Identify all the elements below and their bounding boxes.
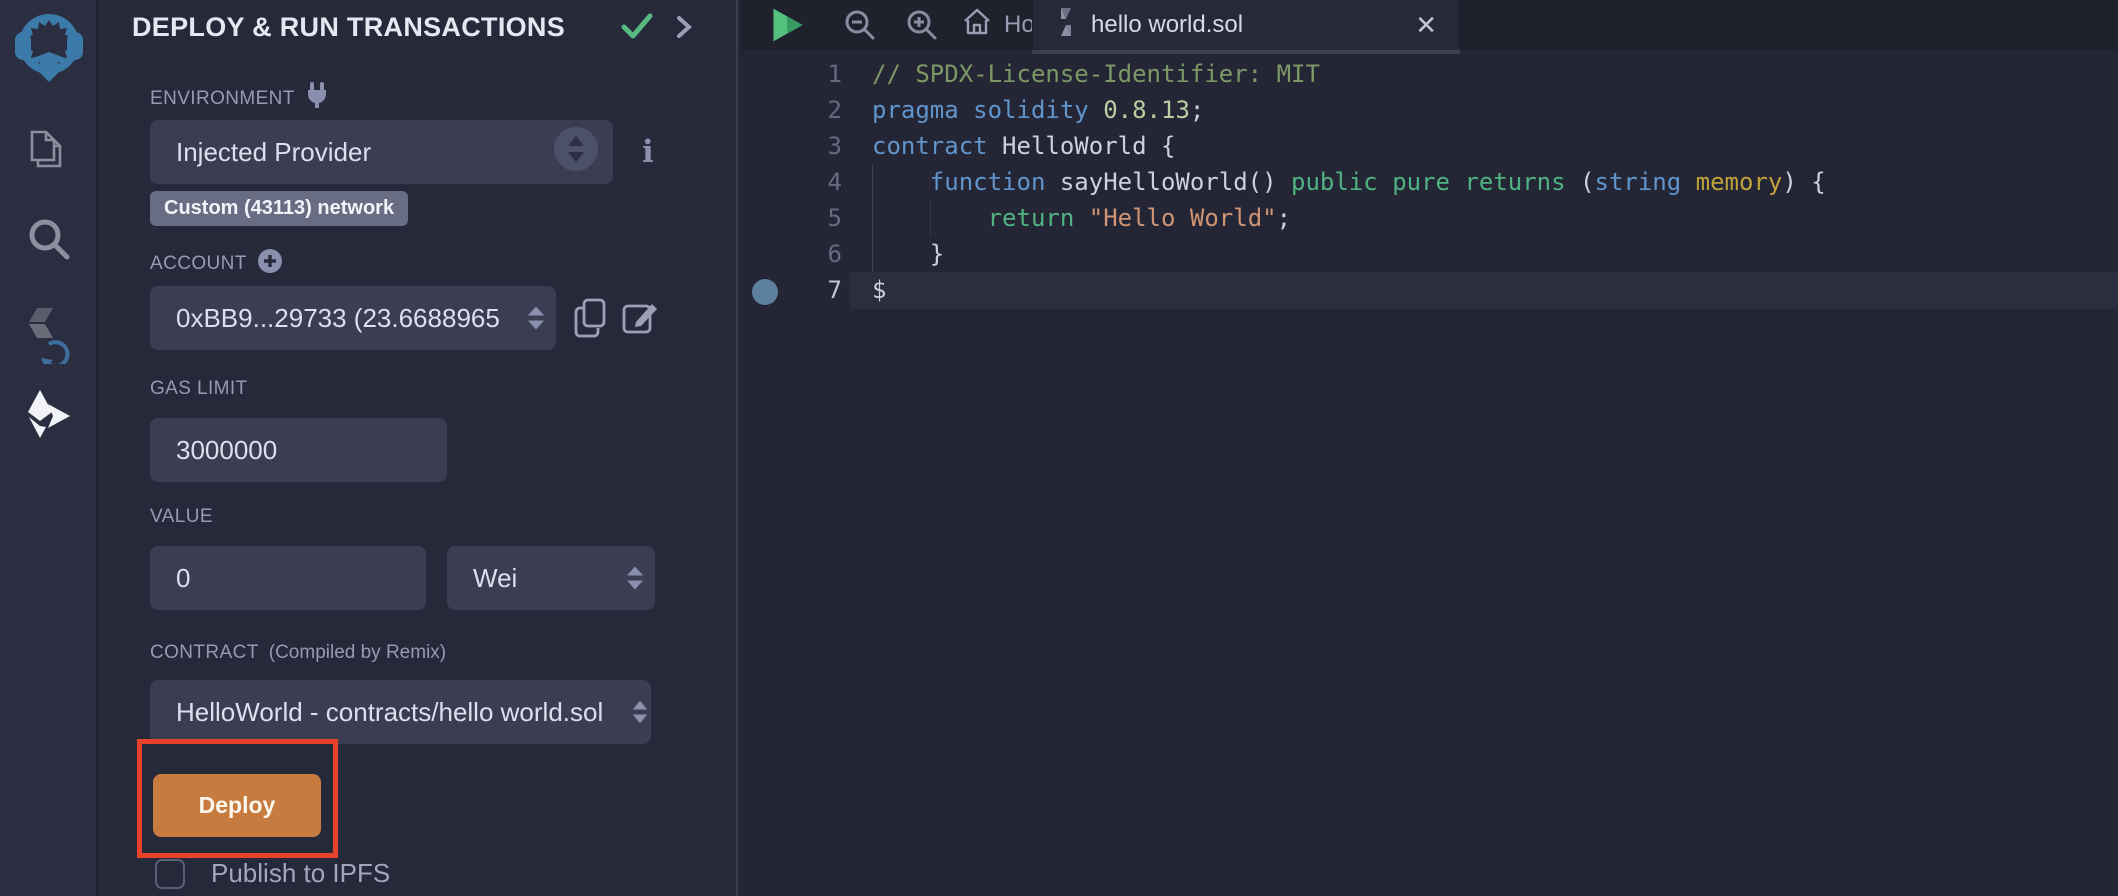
code-line: pragma solidity 0.8.13; <box>872 92 1826 128</box>
edit-icon[interactable] <box>622 298 658 341</box>
environment-select[interactable]: Injected Provider <box>150 120 613 184</box>
chevron-right-icon[interactable] <box>674 14 694 45</box>
contract-label: CONTRACT (Compiled by Remix) <box>150 642 446 664</box>
code-line: // SPDX-License-Identifier: MIT <box>872 56 1826 92</box>
search-icon[interactable] <box>0 214 98 264</box>
gas-limit-input[interactable]: 3000000 <box>150 418 447 482</box>
remix-ide-window: DEPLOY & RUN TRANSACTIONS ENVIRONMENT In… <box>0 0 2118 896</box>
line-number: 3 <box>786 128 842 164</box>
contract-select[interactable]: HelloWorld - contracts/hello world.sol <box>150 680 651 744</box>
updown-icon <box>633 701 647 724</box>
line-number: 5 <box>786 200 842 236</box>
updown-icon <box>627 567 643 590</box>
publish-row: Publish to IPFS <box>155 858 390 889</box>
code-line: } <box>872 236 1826 272</box>
value-unit-select[interactable]: Wei <box>447 546 655 610</box>
env-updown-icon <box>553 126 599 179</box>
gas-limit-label: GAS LIMIT <box>150 378 248 400</box>
close-icon[interactable]: ✕ <box>1415 10 1437 41</box>
breakpoint-dot[interactable] <box>752 279 778 305</box>
code-line: function sayHelloWorld() public pure ret… <box>872 164 1826 200</box>
plug-icon <box>305 82 329 115</box>
tab-scrollbar[interactable] <box>1032 50 1460 54</box>
line-number: 2 <box>786 92 842 128</box>
code-content[interactable]: // SPDX-License-Identifier: MITpragma so… <box>872 56 1826 308</box>
deploy-button[interactable]: Deploy <box>153 774 321 837</box>
value-input[interactable]: 0 <box>150 546 426 610</box>
solidity-compiler-icon[interactable] <box>0 300 98 364</box>
line-number: 6 <box>786 236 842 272</box>
code-line: $ <box>872 272 1826 308</box>
play-icon[interactable] <box>768 0 808 50</box>
value-label: VALUE <box>150 506 213 528</box>
publish-ipfs-label: Publish to IPFS <box>211 858 390 889</box>
info-icon[interactable]: i <box>642 134 654 170</box>
code-editor: Home hello world.sol ✕ 1234567 <box>740 0 2118 896</box>
line-number-gutter: 1234567 <box>786 56 842 308</box>
account-label: ACCOUNT <box>150 248 283 280</box>
copy-icon[interactable] <box>574 298 608 343</box>
line-number: 4 <box>786 164 842 200</box>
check-icon <box>620 10 654 47</box>
code-line: contract HelloWorld { <box>872 128 1826 164</box>
updown-icon <box>528 307 544 330</box>
panel-title: DEPLOY & RUN TRANSACTIONS <box>132 12 565 43</box>
publish-ipfs-checkbox[interactable] <box>155 859 185 889</box>
editor-tabbar: Home hello world.sol ✕ <box>740 0 2118 50</box>
zoom-out-icon[interactable] <box>842 0 878 50</box>
tab-hello-world-sol[interactable]: hello world.sol ✕ <box>1032 0 1460 50</box>
network-badge: Custom (43113) network <box>150 191 408 226</box>
line-number: 1 <box>786 56 842 92</box>
zoom-in-icon[interactable] <box>904 0 940 50</box>
code-line: return "Hello World"; <box>872 200 1826 236</box>
remix-logo <box>0 8 98 84</box>
line-number: 7 <box>786 272 842 308</box>
file-explorer-icon[interactable] <box>0 126 98 178</box>
account-select[interactable]: 0xBB9...29733 (23.6688965 <box>150 286 556 350</box>
plus-circle-icon[interactable] <box>257 248 283 280</box>
deploy-run-icon[interactable] <box>0 388 98 440</box>
home-icon <box>962 7 992 44</box>
deploy-run-panel: DEPLOY & RUN TRANSACTIONS ENVIRONMENT In… <box>98 0 738 896</box>
icon-rail <box>0 0 98 896</box>
environment-label: ENVIRONMENT <box>150 82 329 115</box>
solidity-file-icon <box>1055 7 1077 44</box>
